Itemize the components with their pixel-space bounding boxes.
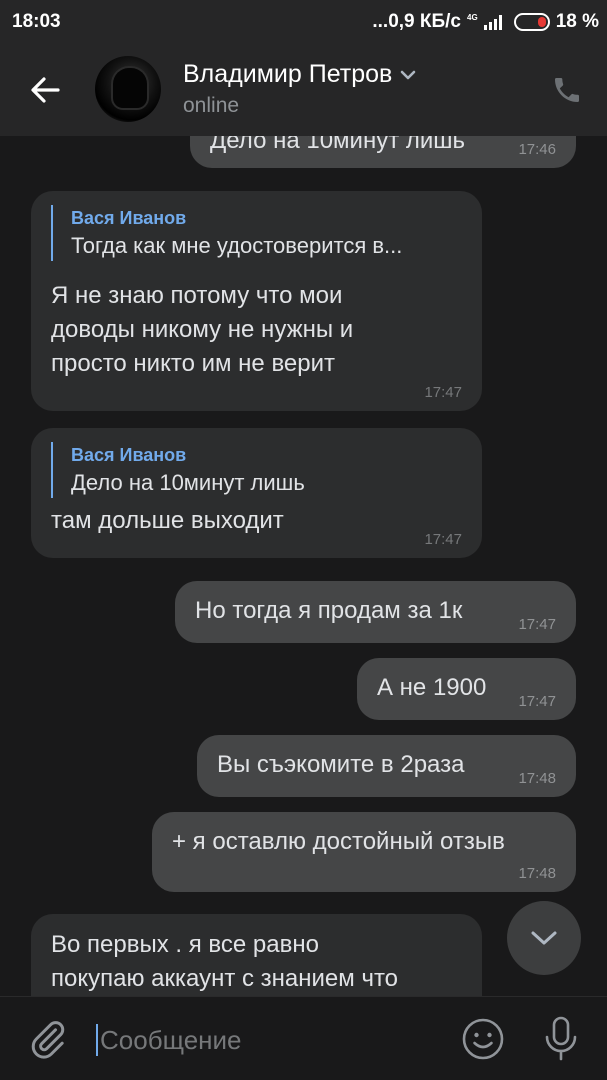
chat-header: Владимир Петров online (0, 44, 607, 136)
message-text: там дольше выходит (51, 507, 284, 534)
signal-bars-icon (483, 14, 502, 30)
message-incoming[interactable]: Во первых . я все равно покупаю аккаунт … (31, 914, 482, 996)
reply-text: Тогда как мне удостоверится в... (71, 233, 403, 258)
contact-status: online (183, 94, 240, 117)
scroll-down-button[interactable] (507, 901, 581, 975)
signal-icon: 4G (467, 14, 502, 30)
reply-quote[interactable]: Вася Иванов Тогда как мне удостоверится … (51, 205, 461, 261)
message-text: Дело на 10минут лишь (210, 136, 466, 154)
reply-text: Дело на 10минут лишь (71, 470, 305, 495)
battery-icon (513, 13, 550, 31)
message-outgoing[interactable]: А не 1900 17:47 (357, 658, 576, 720)
contact-name[interactable]: Владимир Петров (183, 60, 416, 89)
message-time: 17:48 (518, 770, 556, 787)
message-outgoing[interactable]: Вы съэкомите в 2раза 17:48 (197, 735, 576, 797)
message-time: 17:47 (424, 384, 462, 401)
message-time: 17:47 (424, 531, 462, 548)
message-text: А не 1900 (377, 674, 487, 701)
reply-author: Вася Иванов (71, 208, 187, 228)
phone-icon[interactable] (551, 74, 583, 106)
message-time: 17:48 (518, 865, 556, 882)
chevron-down-icon (531, 931, 557, 945)
battery-level: 18 % (555, 11, 599, 32)
message-outgoing[interactable]: Дело на 10минут лишь 17:46 (190, 136, 576, 168)
message-composer: Сообщение (0, 996, 607, 1080)
reply-quote[interactable]: Вася Иванов Дело на 10минут лишь (51, 442, 461, 498)
message-time: 17:47 (518, 616, 556, 633)
message-time: 17:47 (518, 693, 556, 710)
reply-author: Вася Иванов (71, 445, 187, 465)
back-arrow-icon[interactable] (28, 72, 68, 108)
message-text: Вы съэкомите в 2раза (217, 751, 465, 778)
message-text: + я оставлю достойный отзыв (172, 828, 505, 855)
message-time: 17:46 (518, 141, 556, 158)
message-outgoing[interactable]: + я оставлю достойный отзыв 17:48 (152, 812, 576, 892)
message-incoming[interactable]: Вася Иванов Дело на 10минут лишь там дол… (31, 428, 482, 558)
contact-name-label: Владимир Петров (183, 60, 393, 88)
smiley-icon[interactable] (461, 1017, 505, 1061)
status-bar: 18:03 ...0,9 КБ/с 4G 18 % (0, 0, 607, 44)
message-text: Я не знаю потому что мои доводы никому н… (51, 282, 354, 377)
network-speed: ...0,9 КБ/с (372, 11, 462, 32)
message-outgoing[interactable]: Но тогда я продам за 1к 17:47 (175, 581, 576, 643)
message-text: Во первых . я все равно покупаю аккаунт … (51, 931, 399, 992)
message-input-placeholder: Сообщение (100, 1024, 242, 1055)
chevron-down-icon (401, 70, 416, 79)
message-input[interactable]: Сообщение (96, 1021, 426, 1059)
avatar[interactable] (95, 56, 161, 122)
paperclip-icon[interactable] (28, 1019, 68, 1059)
status-indicators: ...0,9 КБ/с 4G 18 % (372, 11, 599, 33)
network-type: 4G (467, 13, 478, 22)
message-incoming[interactable]: Вася Иванов Тогда как мне удостоверится … (31, 191, 482, 411)
microphone-icon[interactable] (541, 1015, 581, 1063)
message-text: Но тогда я продам за 1к (195, 597, 463, 624)
text-caret (96, 1024, 98, 1056)
message-list[interactable]: Дело на 10минут лишь 17:46 Вася Иванов Т… (0, 136, 607, 996)
status-time: 18:03 (12, 11, 61, 32)
